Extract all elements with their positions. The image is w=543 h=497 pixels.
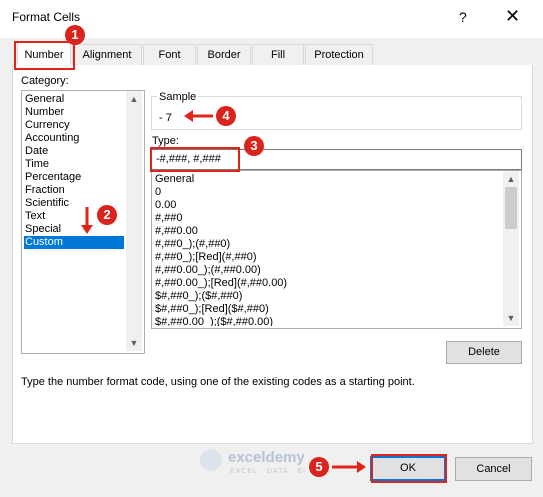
annotation-arrows <box>81 110 366 473</box>
arrow-2-head <box>81 225 93 234</box>
arrow-5-head <box>357 461 366 473</box>
arrow-4-head <box>184 110 193 122</box>
